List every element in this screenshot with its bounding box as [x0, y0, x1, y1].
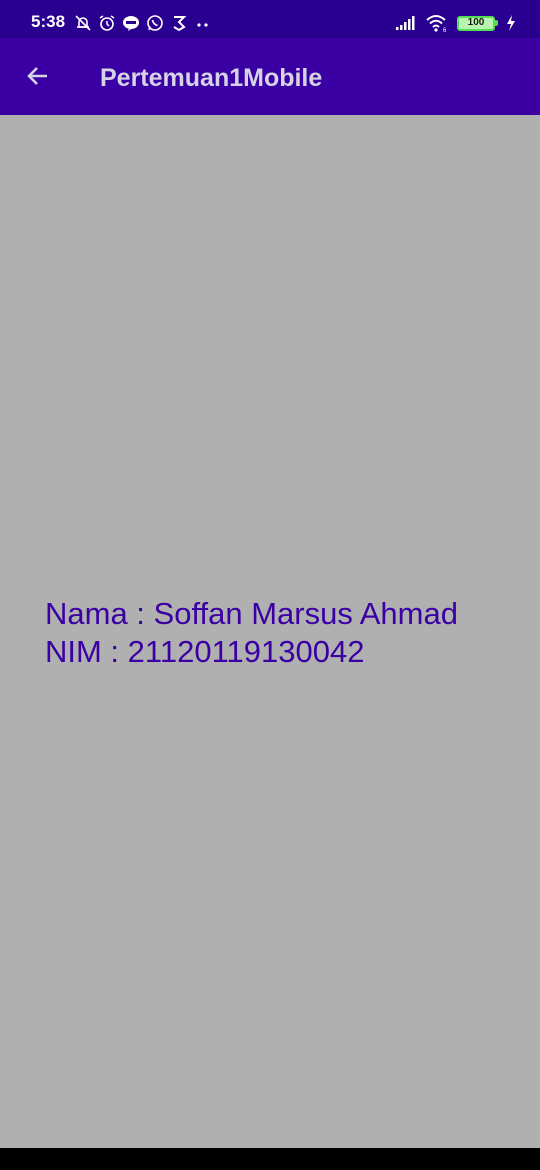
wifi-icon: 6: [426, 15, 447, 32]
more-dots-icon: [197, 23, 208, 27]
battery-level: 100: [467, 17, 485, 28]
nim-text: NIM : 21120119130042: [45, 634, 365, 669]
alarm-icon: [99, 15, 115, 31]
battery-tip: [495, 20, 498, 26]
notification-icons: [74, 12, 212, 34]
main-content: Nama : Soffan Marsus Ahmad NIM : 2112011…: [0, 115, 540, 1148]
status-bar: 5:38 6 100: [0, 0, 540, 38]
back-button[interactable]: [18, 56, 58, 96]
battery-icon: 100: [457, 15, 498, 31]
battery-body: 100: [457, 15, 495, 31]
status-time: 5:38: [31, 12, 66, 31]
charging-icon: [507, 15, 515, 31]
student-info: Nama : Soffan Marsus Ahmad NIM : 2112011…: [45, 595, 458, 671]
name-text: Nama : Soffan Marsus Ahmad: [45, 596, 458, 631]
vpn-icon: [173, 16, 187, 32]
navigation-bar: [0, 1148, 540, 1170]
signal-icon: [396, 16, 415, 30]
app-title: Pertemuan1Mobile: [100, 64, 323, 92]
app-bar: Pertemuan1Mobile: [0, 38, 540, 115]
arrow-left-icon: [27, 67, 47, 85]
line-icon: [123, 16, 139, 31]
svg-text:6: 6: [443, 28, 447, 32]
bell-off-icon: [75, 15, 91, 31]
system-icons: 6 100: [395, 12, 516, 34]
whatsapp-icon: [147, 15, 163, 31]
